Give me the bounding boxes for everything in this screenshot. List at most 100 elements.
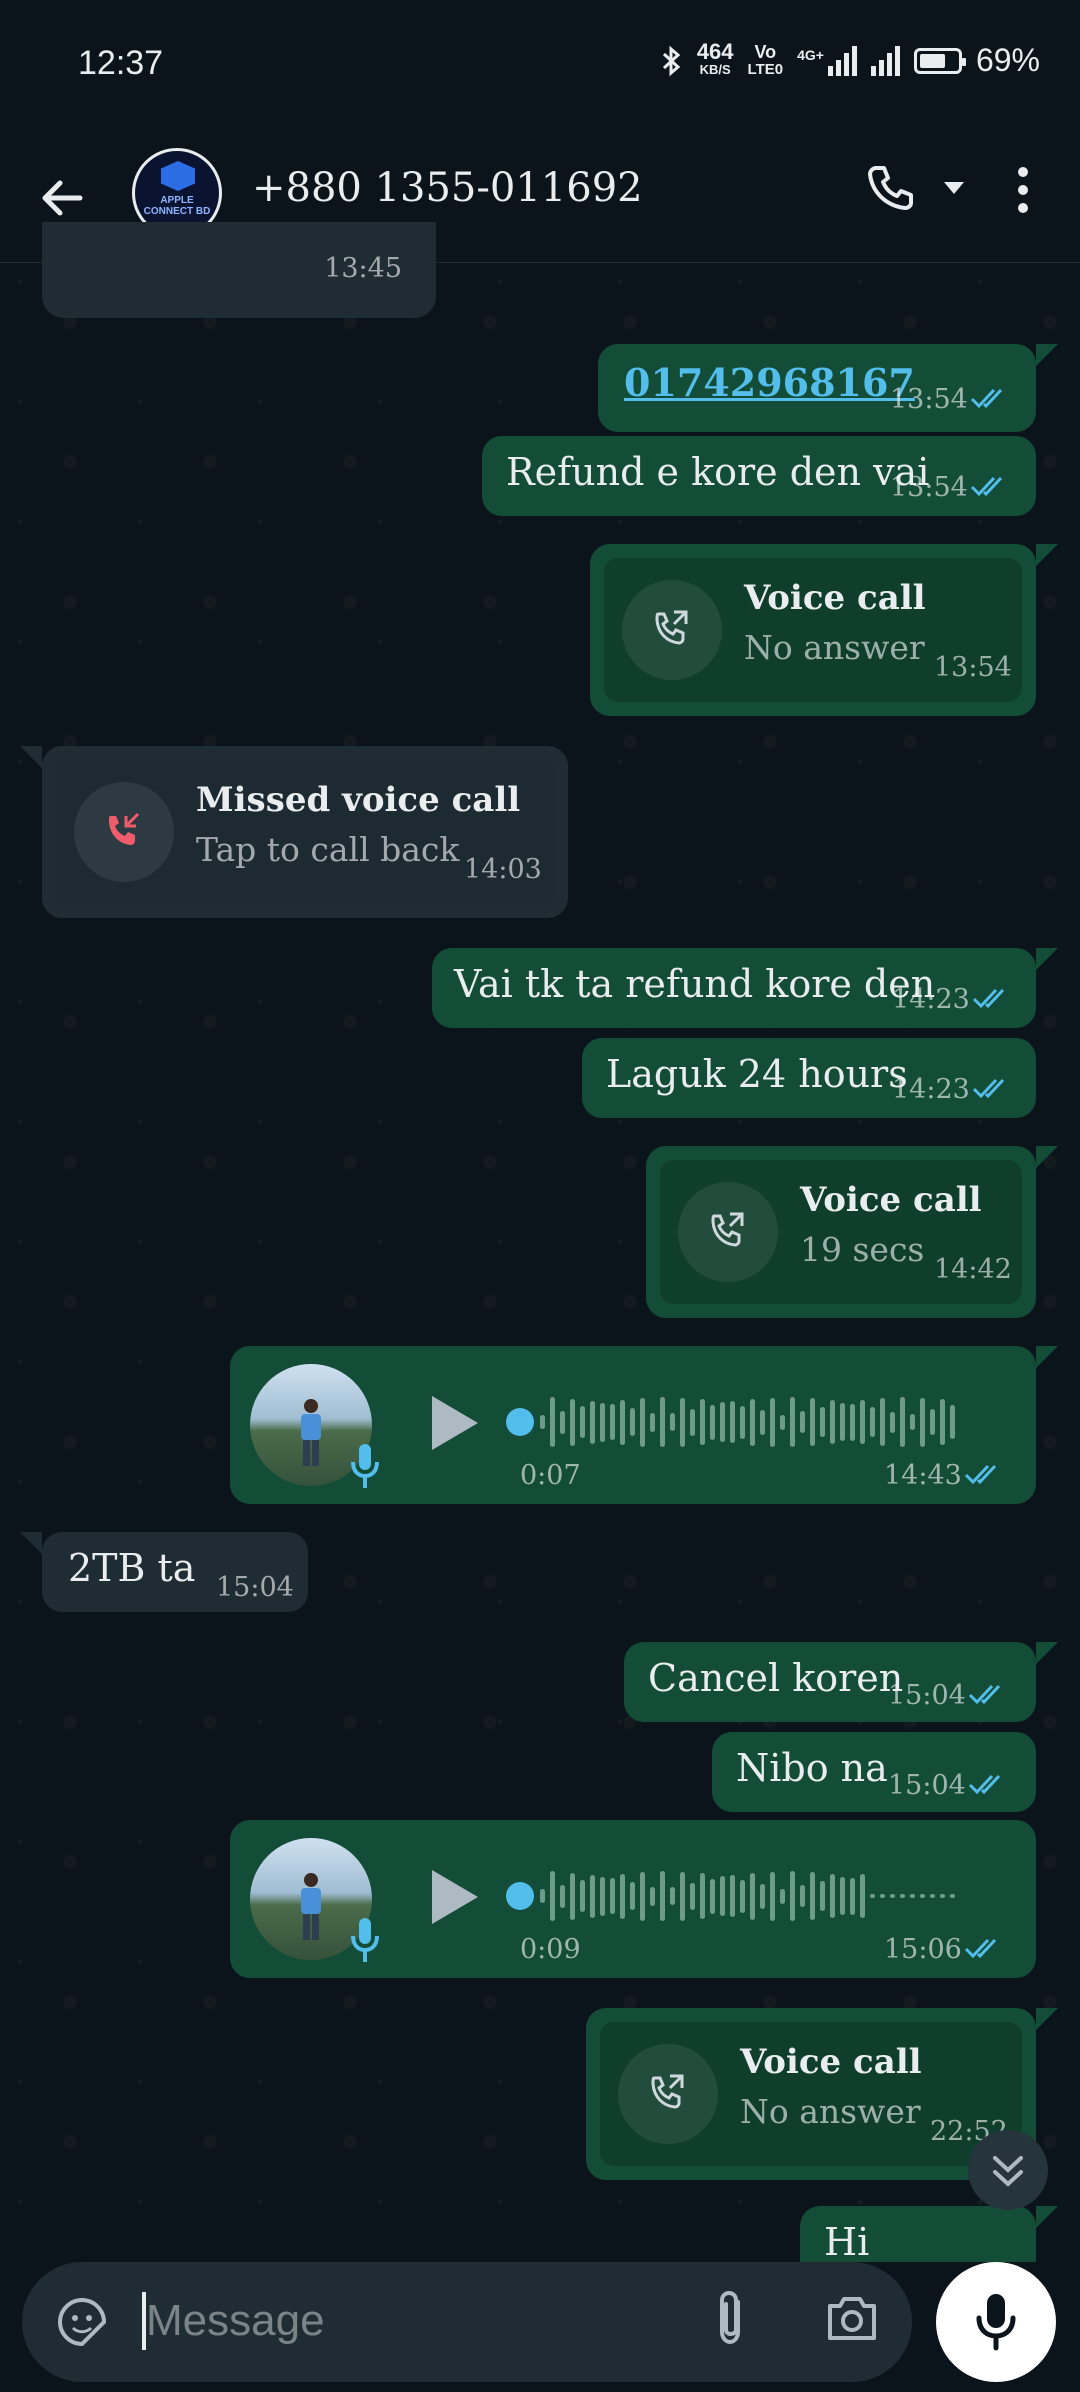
waveform-bar — [910, 1894, 915, 1898]
sticker-icon[interactable] — [54, 2294, 110, 2350]
message-bubble-incoming[interactable]: 13:45 — [42, 222, 436, 318]
message-time: 15:04 — [888, 1770, 966, 1801]
waveform-bar — [750, 1872, 755, 1920]
waveform-bar — [670, 1887, 675, 1905]
message-text: 2TB ta — [68, 1546, 196, 1590]
call-title: Voice call — [800, 1180, 982, 1220]
waveform-bar — [780, 1888, 785, 1904]
bubble-tail — [1036, 344, 1058, 366]
waveform[interactable] — [540, 1866, 955, 1926]
mic-icon — [976, 2294, 1016, 2351]
waveform-bar — [700, 1399, 705, 1445]
bubble-tail — [1036, 544, 1058, 566]
waveform-bar — [570, 1872, 575, 1920]
bubble-tail — [20, 1532, 42, 1554]
voice-message-bubble[interactable]: 0:09 15:06 — [230, 1820, 1036, 1978]
waveform-bar — [880, 1894, 885, 1898]
waveform-bar — [570, 1398, 575, 1446]
message-time: 14:42 — [934, 1254, 1012, 1285]
waveform-bar — [620, 1873, 625, 1919]
bubble-tail — [1036, 948, 1058, 970]
paperclip-icon[interactable] — [704, 2288, 756, 2350]
waveform-bar — [760, 1409, 765, 1435]
double-check-icon — [968, 1684, 1001, 1705]
waveform-bar — [880, 1398, 885, 1446]
waveform-bar — [940, 1399, 945, 1445]
person-figure — [301, 1873, 321, 1940]
message-bubble-outgoing[interactable]: Vai tk ta refund kore den 14:23 — [432, 948, 1036, 1028]
message-time: 14:23 — [892, 1074, 970, 1105]
call-icon-circle — [622, 580, 722, 680]
message-bubble-outgoing[interactable]: Nibo na 15:04 — [712, 1732, 1036, 1812]
bubble-tail — [20, 746, 42, 768]
voice-call-bubble[interactable]: Voice call No answer 13:54 — [590, 544, 1036, 716]
waveform-bar — [820, 1407, 825, 1437]
scroll-to-bottom-button[interactable] — [968, 2130, 1048, 2210]
waveform-bar — [550, 1871, 555, 1921]
waveform-bar — [560, 1410, 565, 1434]
voice-call-bubble[interactable]: Voice call 19 secs 14:42 — [646, 1146, 1036, 1318]
call-icon-circle — [618, 2044, 718, 2144]
waveform-bar — [840, 1403, 845, 1441]
waveform-bar — [830, 1400, 835, 1444]
seek-handle[interactable] — [506, 1408, 534, 1436]
message-bubble-outgoing[interactable]: Refund e kore den vai 13:54 — [482, 436, 1036, 516]
seek-handle[interactable] — [506, 1882, 534, 1910]
outgoing-call-icon — [651, 2074, 684, 2109]
call-icon-circle — [678, 1182, 778, 1282]
network-speed: 464 KB/S — [697, 40, 734, 79]
call-title: Voice call — [740, 2042, 922, 2082]
waveform-bar — [550, 1397, 555, 1447]
waveform-bar — [690, 1882, 695, 1910]
missed-call-icon — [109, 812, 140, 845]
message-time: 13:54 — [890, 384, 968, 415]
play-icon[interactable] — [426, 1392, 482, 1454]
volte-indicator: Vo LTE0 — [748, 43, 784, 79]
waveform-bar — [760, 1883, 765, 1909]
phone-icon[interactable] — [864, 162, 916, 214]
waveform-bar — [630, 1408, 635, 1436]
message-text: Vai tk ta refund kore den — [454, 962, 936, 1006]
message-text: Hi — [824, 2220, 870, 2264]
more-vertical-icon[interactable] — [1012, 166, 1034, 214]
message-time: 14:03 — [464, 854, 542, 885]
message-bubble-outgoing[interactable]: 01742968167 13:54 — [598, 344, 1036, 432]
waveform-bar — [920, 1397, 925, 1447]
message-bubble-incoming[interactable]: 2TB ta 15:04 — [42, 1532, 308, 1612]
message-time: 15:04 — [216, 1572, 294, 1603]
voice-message-bubble[interactable]: 0:07 14:43 — [230, 1346, 1036, 1504]
waveform-bar — [920, 1894, 925, 1898]
net-type: 4G+ — [797, 46, 824, 63]
network-speed-unit: KB/S — [699, 61, 731, 77]
waveform-bar — [720, 1876, 725, 1916]
waveform-bar — [640, 1397, 645, 1447]
waveform-bar — [870, 1894, 875, 1898]
waveform-bar — [590, 1874, 595, 1918]
waveform-bar — [790, 1871, 795, 1921]
status-time: 12:37 — [78, 44, 164, 82]
waveform-bar — [810, 1398, 815, 1446]
waveform-bar — [650, 1412, 655, 1432]
waveform-bar — [650, 1886, 655, 1906]
waveform[interactable] — [540, 1392, 955, 1452]
double-chevron-down-icon — [993, 2156, 1023, 2187]
waveform-bar — [630, 1882, 635, 1910]
contact-name[interactable]: +880 1355-011692 — [252, 165, 643, 211]
play-icon[interactable] — [426, 1866, 482, 1928]
waveform-bar — [740, 1405, 745, 1439]
chevron-down-icon[interactable] — [942, 180, 966, 196]
waveform-bar — [770, 1871, 775, 1921]
message-text: Nibo na — [736, 1746, 888, 1790]
camera-icon[interactable] — [824, 2292, 880, 2344]
waveform-bar — [690, 1408, 695, 1436]
status-icons: 464 KB/S Vo LTE0 4G+ 69% — [661, 40, 1040, 79]
waveform-bar — [560, 1884, 565, 1908]
voice-duration: 0:07 — [520, 1460, 581, 1491]
record-voice-button[interactable] — [936, 2262, 1056, 2382]
waveform-bar — [850, 1403, 855, 1441]
message-bubble-outgoing[interactable]: Cancel koren 15:04 — [624, 1642, 1036, 1722]
message-bubble-outgoing[interactable]: Laguk 24 hours 14:23 — [582, 1038, 1036, 1118]
arrow-left-icon[interactable] — [34, 170, 90, 226]
missed-call-bubble[interactable]: Missed voice call Tap to call back 14:03 — [42, 746, 568, 918]
phone-link[interactable]: 01742968167 — [624, 360, 915, 405]
